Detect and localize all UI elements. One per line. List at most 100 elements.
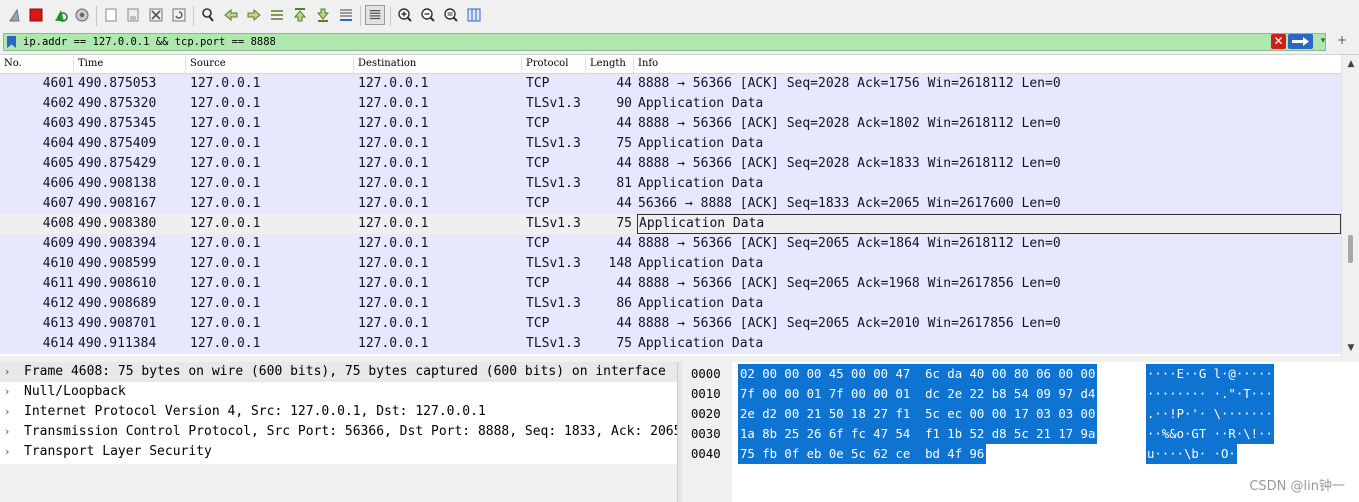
column-header-info[interactable]: Info [634, 55, 1341, 73]
details-tree-item[interactable]: › Null/Loopback [0, 382, 677, 402]
go-to-packet-icon[interactable] [267, 5, 287, 25]
zoom-out-icon[interactable] [418, 5, 438, 25]
byte-ascii[interactable]: ········ ·."·T··· [1146, 384, 1274, 404]
resize-columns-icon[interactable] [464, 5, 484, 25]
packet-destination: 127.0.0.1 [358, 76, 429, 91]
open-file-icon[interactable] [101, 5, 121, 25]
reload-file-icon[interactable] [169, 5, 189, 25]
packet-protocol: TCP [526, 116, 550, 131]
capture-options-icon[interactable] [72, 5, 92, 25]
colorize-icon[interactable] [365, 5, 385, 25]
packet-length: 86 [616, 296, 632, 311]
column-header-source[interactable]: Source [186, 55, 354, 73]
byte-hex[interactable]: 75 fb 0f eb 0e 5c 62 ce bd 4f 96 [738, 444, 987, 464]
packet-no: 4602 [42, 96, 74, 111]
packet-length: 75 [616, 336, 632, 351]
packet-info: Application Data [638, 256, 764, 271]
packet-no: 4614 [42, 336, 74, 351]
packet-length: 44 [616, 196, 632, 211]
shark-fin-start-icon[interactable] [5, 5, 25, 25]
details-tree-label: Null/Loopback [24, 384, 126, 399]
details-tree-item[interactable]: › Internet Protocol Version 4, Src: 127.0… [0, 402, 677, 422]
bookmark-icon[interactable] [7, 36, 16, 48]
display-filter-input[interactable]: ip.addr == 127.0.0.1 && tcp.port == 8888… [3, 33, 1326, 51]
packet-length: 75 [616, 136, 632, 151]
apply-filter-icon[interactable] [1288, 34, 1313, 49]
packet-row[interactable]: 4602 490.875320 127.0.0.1 127.0.0.1 TLSv1.3 9… [0, 94, 1341, 114]
packet-destination: 127.0.0.1 [358, 276, 429, 291]
packet-protocol: TLSv1.3 [526, 96, 581, 111]
packet-row[interactable]: 4603 490.875345 127.0.0.1 127.0.0.1 TCP 44 888… [0, 114, 1341, 134]
details-tree-item[interactable]: › Transport Layer Security [0, 442, 677, 462]
zoom-normal-icon[interactable] [441, 5, 461, 25]
packet-row[interactable]: 4613 490.908701 127.0.0.1 127.0.0.1 TCP 44 888… [0, 314, 1341, 334]
packet-row[interactable]: 4606 490.908138 127.0.0.1 127.0.0.1 TLSv1.3 8… [0, 174, 1341, 194]
byte-hex[interactable]: 1a 8b 25 26 6f fc 47 54 f1 1b 52 d8 5c 2… [738, 424, 1098, 444]
packet-destination: 127.0.0.1 [358, 316, 429, 331]
packet-no: 4609 [42, 236, 74, 251]
scroll-thumb[interactable] [1348, 235, 1353, 263]
find-packet-icon[interactable] [198, 5, 218, 25]
packet-row[interactable]: 4607 490.908167 127.0.0.1 127.0.0.1 TCP 44 563… [0, 194, 1341, 214]
column-header-protocol[interactable]: Protocol [522, 55, 586, 73]
scroll-down-icon[interactable]: ▼ [1342, 341, 1359, 355]
packet-row[interactable]: 4614 490.911384 127.0.0.1 127.0.0.1 TLSv1.3 7… [0, 334, 1341, 354]
packet-row[interactable]: 4605 490.875429 127.0.0.1 127.0.0.1 TCP 44 888… [0, 154, 1341, 174]
column-header-destination[interactable]: Destination [354, 55, 522, 73]
packet-list-scrollbar[interactable]: ▲ ▼ [1341, 55, 1359, 357]
packet-time: 490.908394 [78, 236, 157, 251]
packet-row[interactable]: 4612 490.908689 127.0.0.1 127.0.0.1 TLSv1.3 8… [0, 294, 1341, 314]
byte-ascii[interactable]: .··!P·'· \······· [1146, 404, 1274, 424]
packet-time: 490.908689 [78, 296, 157, 311]
expand-chevron-icon[interactable]: › [5, 382, 17, 402]
packet-row[interactable]: 4601 490.875053 127.0.0.1 127.0.0.1 TCP 44 888… [0, 74, 1341, 94]
byte-hex[interactable]: 02 00 00 00 45 00 00 47 6c da 40 00 80 0… [738, 364, 1098, 384]
close-file-icon[interactable] [146, 5, 166, 25]
clear-filter-icon[interactable]: ✕ [1271, 34, 1286, 49]
expand-chevron-icon[interactable]: › [5, 422, 17, 442]
go-forward-icon[interactable] [244, 5, 264, 25]
byte-ascii[interactable]: u····\b· ·O· [1146, 444, 1237, 464]
stop-capture-icon[interactable] [26, 5, 46, 25]
packet-info: 8888 → 56366 [ACK] Seq=2028 Ack=1802 Win… [638, 116, 1061, 131]
byte-ascii[interactable]: ··%&o·GT ··R·\!·· [1146, 424, 1274, 444]
packet-row[interactable]: 4608 490.908380 127.0.0.1 127.0.0.1 TLSv1.3 7… [0, 214, 1341, 234]
packet-no: 4603 [42, 116, 74, 131]
details-tree-item[interactable]: › Frame 4608: 75 bytes on wire (600 bits)… [0, 362, 677, 382]
packet-no: 4608 [42, 216, 74, 231]
byte-ascii[interactable]: ····E··G l·@····· [1146, 364, 1274, 384]
add-filter-button-icon[interactable]: + [1335, 33, 1349, 47]
byte-hex[interactable]: 7f 00 00 01 7f 00 00 01 dc 2e 22 b8 54 0… [738, 384, 1098, 404]
save-file-icon[interactable] [123, 5, 143, 25]
packet-destination: 127.0.0.1 [358, 176, 429, 191]
packet-info: 8888 → 56366 [ACK] Seq=2065 Ack=2010 Win… [638, 316, 1061, 331]
packet-length: 44 [616, 276, 632, 291]
expand-chevron-icon[interactable]: › [5, 362, 17, 382]
details-tree-item[interactable]: › Transmission Control Protocol, Src Port… [0, 422, 677, 442]
expand-chevron-icon[interactable]: › [5, 442, 17, 462]
column-header-no[interactable]: No. [0, 55, 74, 73]
packet-row[interactable]: 4610 490.908599 127.0.0.1 127.0.0.1 TLSv1.3 1… [0, 254, 1341, 274]
packet-row[interactable]: 4611 490.908610 127.0.0.1 127.0.0.1 TCP 44 888… [0, 274, 1341, 294]
packet-protocol: TCP [526, 76, 550, 91]
filter-history-dropdown-icon[interactable]: ▾ [1318, 34, 1328, 49]
byte-hex[interactable]: 2e d2 00 21 50 18 27 f1 5c ec 00 00 17 0… [738, 404, 1098, 424]
expand-chevron-icon[interactable]: › [5, 402, 17, 422]
details-tree-label: Internet Protocol Version 4, Src: 127.0.… [24, 404, 486, 419]
column-header-time[interactable]: Time [74, 55, 186, 73]
column-header-length[interactable]: Length [586, 55, 634, 73]
scroll-up-icon[interactable]: ▲ [1342, 57, 1359, 71]
restart-capture-icon[interactable] [50, 5, 70, 25]
packet-protocol: TCP [526, 196, 550, 211]
go-first-icon[interactable] [290, 5, 310, 25]
packet-info: Application Data [637, 214, 1341, 234]
packet-row[interactable]: 4609 490.908394 127.0.0.1 127.0.0.1 TCP 44 888… [0, 234, 1341, 254]
packet-row[interactable]: 4604 490.875409 127.0.0.1 127.0.0.1 TLSv1.3 7… [0, 134, 1341, 154]
go-last-icon[interactable] [313, 5, 333, 25]
zoom-in-icon[interactable] [395, 5, 415, 25]
packet-source: 127.0.0.1 [190, 156, 261, 171]
watermark: CSDN @lin钟一 [1249, 479, 1345, 494]
go-back-icon[interactable] [221, 5, 241, 25]
autoscroll-icon[interactable] [336, 5, 356, 25]
packet-source: 127.0.0.1 [190, 196, 261, 211]
